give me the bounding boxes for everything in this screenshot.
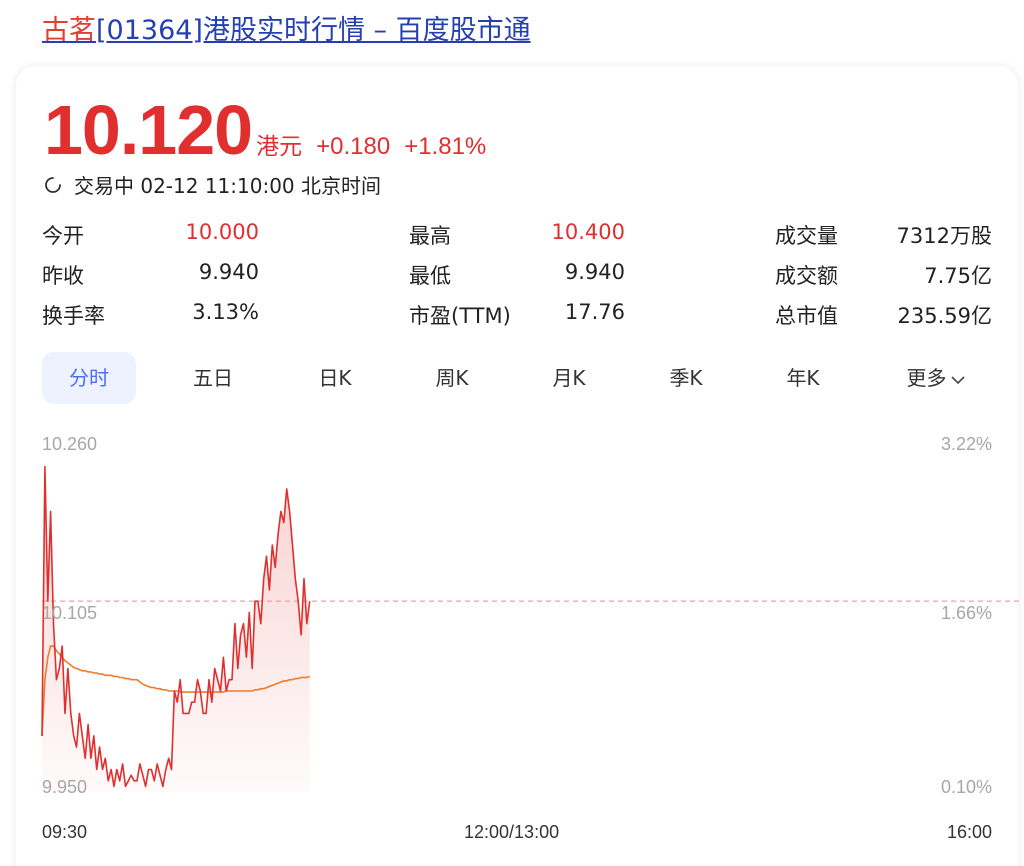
tab-monthly-k[interactable]: 月K (522, 352, 616, 404)
y-right-tick-mid: 1.66% (940, 603, 992, 623)
price-area (42, 466, 310, 792)
tab-yearly-k[interactable]: 年K (756, 352, 850, 404)
stat-label-amount: 成交额 (775, 264, 838, 288)
stat-label-open: 今开 (42, 224, 84, 248)
stat-label-volume: 成交量 (775, 224, 838, 248)
x-tick-open: 09:30 (42, 822, 88, 842)
stat-label-pe: 市盈(TTM) (409, 304, 511, 328)
trading-status: 交易中 02-12 11:10:00 北京时间 (44, 170, 381, 199)
price-row: 10.120 港元 +0.180 +1.81% (44, 90, 486, 170)
tab-daily-k[interactable]: 日K (288, 352, 382, 404)
chart-period-tabs: 分时 五日 日K 周K 月K 季K 年K 更多 (42, 352, 992, 404)
tab-intraday[interactable]: 分时 (42, 352, 136, 404)
stat-label-market-cap: 总市值 (775, 304, 838, 328)
y-right-tick-bottom: 0.10% (940, 777, 992, 797)
title-rest: [01364]港股实时行情 – 百度股市通 (96, 15, 531, 46)
y-left-tick-bottom: 9.950 (42, 777, 88, 797)
stat-value-volume: 7312万股 (896, 224, 992, 248)
status-text: 交易中 02-12 11:10:00 北京时间 (74, 174, 382, 198)
stat-value-open: 10.000 (185, 220, 259, 244)
stat-value-prev-close: 9.940 (198, 260, 259, 284)
stat-value-high: 10.400 (551, 220, 625, 244)
stat-label-high: 最高 (409, 224, 451, 248)
stat-value-low: 9.940 (564, 260, 625, 284)
price-change-pct: +1.81% (404, 133, 487, 160)
stat-value-pe: 17.76 (564, 300, 625, 324)
tab-more-label: 更多 (906, 366, 947, 390)
stat-label-low: 最低 (409, 264, 451, 288)
price-change: +0.180 (316, 133, 391, 160)
title-highlight: 古茗 (42, 15, 96, 46)
loading-circle-icon (45, 176, 61, 193)
page-title-link[interactable]: 古茗[01364]港股实时行情 – 百度股市通 (42, 8, 531, 47)
currency-unit: 港元 (256, 134, 303, 160)
tab-five-day[interactable]: 五日 (166, 352, 260, 404)
y-left-tick-top: 10.260 (42, 434, 98, 454)
stat-value-amount: 7.75亿 (924, 264, 992, 288)
x-tick-close: 16:00 (946, 822, 992, 842)
y-left-tick-mid: 10.105 (42, 603, 98, 623)
chevron-down-icon (950, 375, 965, 384)
tab-more[interactable]: 更多 (886, 352, 986, 404)
intraday-chart[interactable] (0, 420, 1024, 820)
x-tick-midday: 12:00/13:00 (464, 822, 560, 842)
stat-value-turnover-rate: 3.13% (192, 300, 259, 324)
y-right-tick-top: 3.22% (940, 434, 992, 454)
stat-label-turnover-rate: 换手率 (42, 304, 105, 328)
stat-value-market-cap: 235.59亿 (897, 304, 992, 328)
tab-weekly-k[interactable]: 周K (405, 352, 499, 404)
current-price: 10.120 (44, 91, 253, 169)
tab-quarterly-k[interactable]: 季K (639, 352, 733, 404)
stat-label-prev-close: 昨收 (42, 264, 84, 288)
